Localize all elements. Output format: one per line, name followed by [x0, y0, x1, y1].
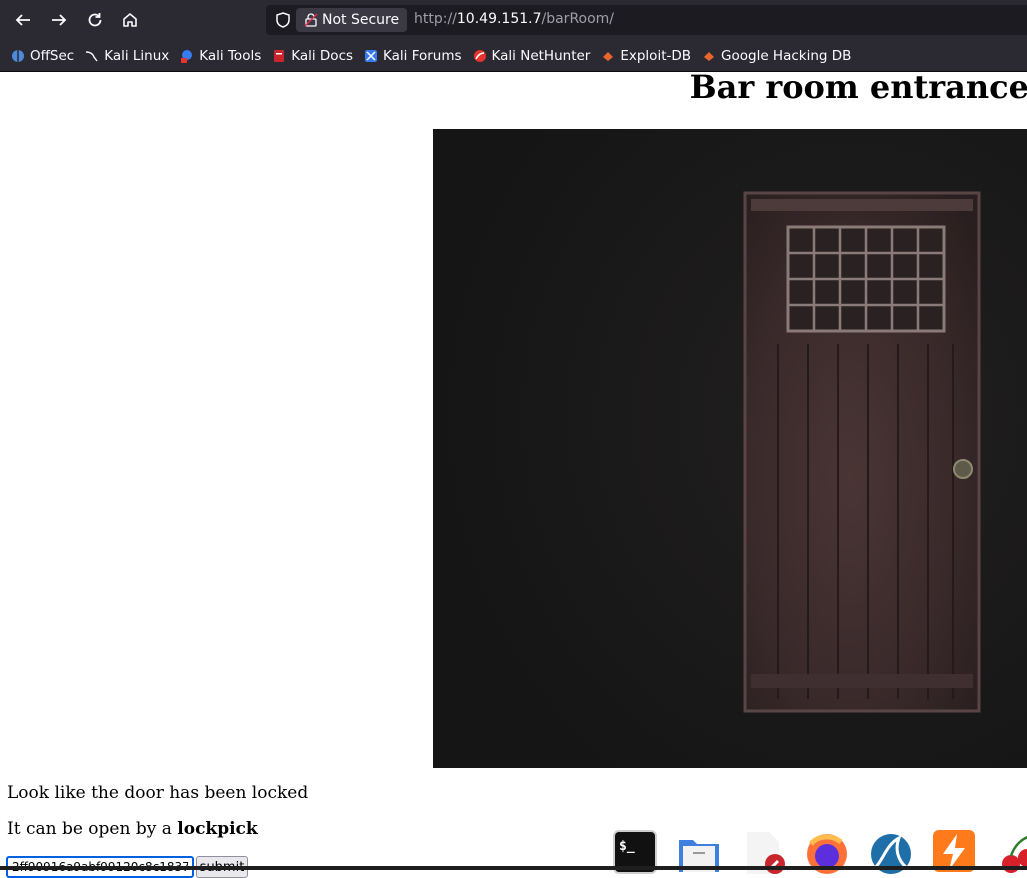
bookmark-label: Kali Docs: [291, 47, 354, 64]
url-scheme: http://: [414, 11, 457, 27]
home-button[interactable]: [118, 8, 142, 32]
bookmark-label: Kali Forums: [383, 47, 462, 64]
bookmark-exploit-db[interactable]: Exploit-DB: [601, 48, 691, 64]
home-icon: [123, 13, 137, 27]
hint-text: It can be open by a: [7, 819, 178, 839]
bookmark-kali-nethunter[interactable]: Kali NetHunter: [473, 47, 591, 64]
bookmark-label: Kali NetHunter: [491, 47, 591, 64]
broken-lock-icon: [304, 13, 318, 27]
hint-keyword: lockpick: [177, 819, 258, 839]
reload-button[interactable]: [83, 8, 107, 32]
bookmark-label: OffSec: [30, 47, 75, 64]
bookmark-label: Google Hacking DB: [721, 47, 852, 64]
not-secure-badge[interactable]: Not Secure: [296, 8, 408, 32]
bookmark-offsec[interactable]: OffSec: [11, 48, 74, 64]
bookmark-kali-tools[interactable]: Kali Tools: [180, 48, 261, 64]
page-content: Bar room entrance Look like the door has…: [0, 68, 1027, 878]
bookmark-google-hacking-db[interactable]: Google Hacking DB: [702, 48, 851, 64]
bookmark-kali-linux[interactable]: Kali Linux: [85, 48, 169, 64]
locked-message: Look like the door has been locked: [7, 783, 309, 803]
offsec-icon: [12, 49, 24, 62]
bookmark-label: Exploit-DB: [620, 47, 692, 64]
kali-docs-icon: [274, 49, 285, 62]
bookmark-label: Kali Linux: [104, 47, 170, 64]
browser-toolbar: Not Secure http://10.49.151.7/barRoom/: [0, 0, 1027, 40]
bottom-edge: [0, 866, 1027, 870]
back-button[interactable]: [11, 8, 35, 32]
taskbar-dock: $_: [606, 826, 1027, 874]
door-image: [433, 129, 1027, 768]
shield-icon[interactable]: [274, 11, 292, 29]
kali-forums-icon: [365, 49, 378, 62]
bookmark-label: Kali Tools: [199, 47, 262, 64]
lockpick-hint: It can be open by a lockpick: [7, 819, 258, 839]
url-text[interactable]: http://10.49.151.7/barRoom/: [414, 11, 614, 27]
ghdb-icon: [704, 51, 715, 61]
arrow-left-icon: [15, 14, 30, 26]
url-host: 10.49.151.7: [456, 11, 542, 27]
page-title: Bar room entrance: [689, 68, 1027, 106]
reload-icon: [88, 13, 102, 27]
nethunter-icon: [473, 49, 486, 62]
bookmark-kali-forums[interactable]: Kali Forums: [364, 48, 462, 64]
exploit-db-icon: [603, 51, 614, 61]
arrow-right-icon: [52, 14, 67, 26]
bookmark-kali-docs[interactable]: Kali Docs: [272, 48, 353, 64]
not-secure-label: Not Secure: [322, 12, 400, 28]
door-illustration: [433, 129, 1027, 768]
url-bar[interactable]: Not Secure http://10.49.151.7/barRoom/: [266, 5, 1027, 35]
kali-tools-icon: [181, 49, 193, 63]
svg-text:$_: $_: [619, 839, 635, 854]
kali-dragon-icon: [86, 50, 98, 61]
forward-button[interactable]: [47, 8, 71, 32]
url-path: /barRoom/: [541, 11, 615, 27]
